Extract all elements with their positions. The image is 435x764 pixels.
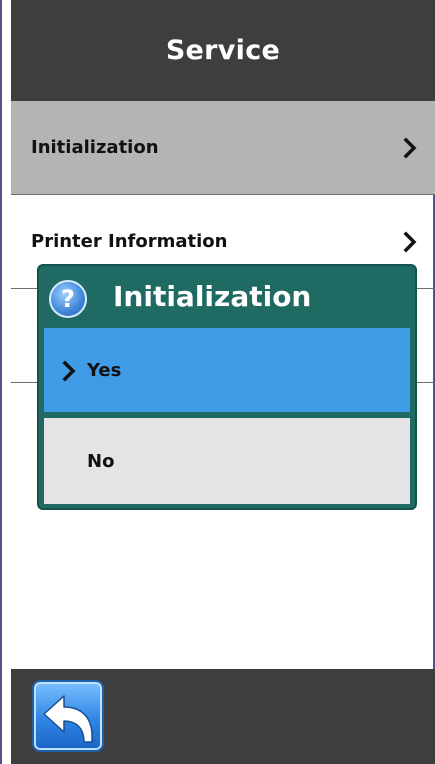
initialization-dialog: ? Initialization Yes No: [37, 264, 417, 510]
chevron-right-icon: [403, 137, 417, 158]
back-arrow-icon: [43, 695, 93, 743]
footer-bar: [11, 669, 435, 764]
question-icon: ?: [49, 280, 87, 318]
page-title: Service: [165, 35, 281, 66]
app-header: Service: [11, 0, 435, 101]
option-label: No: [87, 450, 115, 472]
dialog-title: Initialization: [113, 280, 312, 313]
menu-item-label: Printer Information: [31, 231, 228, 252]
option-no[interactable]: No: [44, 418, 410, 504]
chevron-right-icon: [62, 360, 76, 382]
menu-item-initialization[interactable]: Initialization: [11, 101, 435, 195]
back-button[interactable]: [32, 680, 104, 752]
dialog-title-bar: ? Initialization: [39, 266, 415, 326]
option-yes[interactable]: Yes: [44, 328, 410, 414]
option-label: Yes: [87, 359, 122, 381]
chevron-right-icon: [403, 231, 417, 252]
menu-item-label: Initialization: [31, 137, 159, 158]
